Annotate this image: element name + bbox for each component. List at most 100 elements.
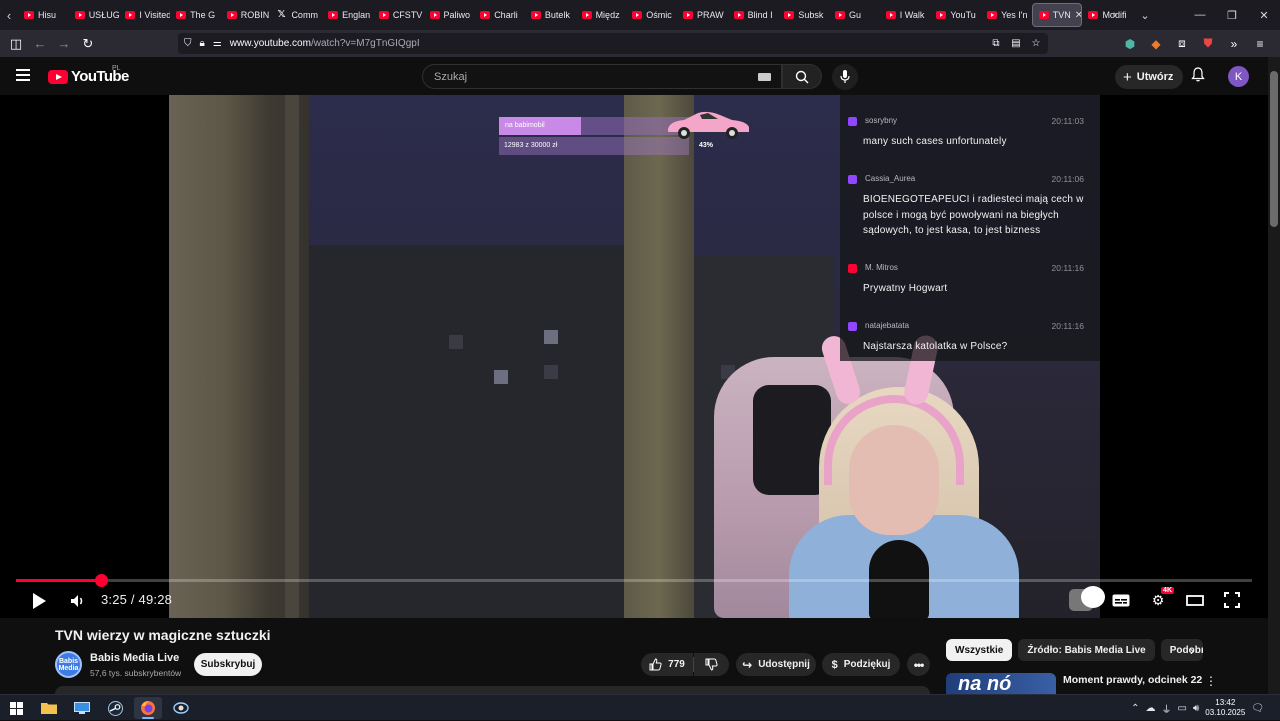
browser-tab[interactable]: Charli <box>474 3 525 27</box>
browser-tab[interactable]: ROBIN <box>221 3 272 27</box>
notifications-bell-icon[interactable] <box>1191 67 1205 85</box>
search-button[interactable] <box>782 64 822 89</box>
shield-extension-icon[interactable]: ⬢ <box>1118 33 1142 54</box>
browser-tab[interactable]: Englan <box>322 3 373 27</box>
progress-scrubber-handle[interactable] <box>95 574 109 587</box>
dislike-button[interactable] <box>694 653 729 676</box>
thanks-button[interactable]: $ Podziękuj <box>822 653 900 676</box>
taskbar-clock[interactable]: 13:42 03.10.2025 <box>1205 698 1245 718</box>
app-menu-icon[interactable]: ≡ <box>1248 33 1272 54</box>
share-button[interactable]: ↪ Udostępnij <box>736 653 816 676</box>
plus-icon: + <box>1123 68 1132 86</box>
bookmark-star-icon[interactable]: ☆ <box>1028 35 1044 51</box>
speaker-volume-icon[interactable]: 🔊︎ <box>1193 703 1199 714</box>
lock-icon[interactable]: 🔒︎ <box>200 38 205 49</box>
youtube-favicon-icon <box>378 11 389 19</box>
browser-tab[interactable]: Blind I <box>728 3 779 27</box>
ublock-extension-icon[interactable]: ⛊ <box>1196 33 1220 54</box>
volume-icon[interactable] <box>70 591 86 611</box>
overflow-menu-chevrons-icon[interactable]: » <box>1222 33 1246 54</box>
scroll-tabs-right-icon[interactable]: › <box>1100 9 1130 21</box>
more-actions-button[interactable]: ••• <box>907 653 930 676</box>
browser-tab[interactable]: Międz <box>576 3 627 27</box>
voice-search-button[interactable] <box>832 64 858 90</box>
browser-tab-active[interactable]: TVN ✕ <box>1031 3 1083 27</box>
description-box[interactable] <box>55 686 930 694</box>
chip-all[interactable]: Wszystkie <box>946 639 1013 661</box>
reader-view-icon[interactable]: ▤ <box>1008 35 1024 51</box>
browser-tab[interactable]: I Walk <box>880 3 931 27</box>
keyboard-icon[interactable] <box>758 73 771 81</box>
tab-title: Ośmic <box>646 10 672 20</box>
scroll-tabs-left-icon[interactable]: ‹ <box>0 0 18 30</box>
browser-app-icon[interactable] <box>167 697 195 719</box>
recommended-video-menu-icon[interactable]: ⋮ <box>1205 674 1217 688</box>
file-explorer-icon[interactable] <box>35 697 63 719</box>
search-input[interactable]: Szukaj <box>422 64 782 89</box>
settings-gear-icon[interactable]: ⚙ 4K <box>1146 587 1174 611</box>
chip-related[interactable]: Podobne <box>1160 639 1203 661</box>
onedrive-cloud-icon[interactable]: ☁ <box>1145 703 1155 714</box>
back-icon[interactable]: ← <box>28 33 52 55</box>
subtitles-icon[interactable] <box>1109 589 1133 611</box>
start-button[interactable] <box>2 697 30 719</box>
recommended-video-title[interactable]: Moment prawdy, odcinek 22 <box>1063 674 1202 686</box>
steam-icon[interactable] <box>101 697 129 719</box>
guide-menu-icon[interactable] <box>16 69 30 81</box>
browser-tab[interactable]: The G <box>170 3 221 27</box>
fullscreen-icon[interactable] <box>1220 589 1244 611</box>
theater-mode-icon[interactable] <box>1183 589 1207 611</box>
browser-tab[interactable]: CFSTV <box>373 3 424 27</box>
subscriber-count: 57,6 tys. subskrybentów <box>90 668 182 678</box>
autoplay-toggle[interactable] <box>1066 586 1105 611</box>
browser-tab[interactable]: YouTu <box>930 3 981 27</box>
chips-next-icon[interactable]: › <box>1190 644 1194 658</box>
picture-in-picture-icon[interactable]: ⧉ <box>988 35 1004 51</box>
browser-tab[interactable]: Subsk <box>778 3 829 27</box>
page-scrollbar[interactable] <box>1268 57 1280 720</box>
account-avatar[interactable]: K <box>1228 66 1249 87</box>
minimize-icon[interactable]: — <box>1184 9 1216 21</box>
browser-tab[interactable]: Paliwo <box>424 3 475 27</box>
video-player[interactable]: na babimobil 12983 z 30000 zł 43% sosryb… <box>0 95 1268 618</box>
close-tab-icon[interactable]: ✕ <box>1075 10 1082 21</box>
play-button-icon[interactable] <box>32 591 46 611</box>
tracking-protection-icon[interactable]: ⛉ <box>184 38 192 49</box>
permissions-icon[interactable]: ⚌ <box>213 38 222 49</box>
browser-tab[interactable]: Butelk <box>525 3 576 27</box>
sidebar-toggle-icon[interactable]: ◫ <box>4 33 28 55</box>
progress-bar[interactable] <box>16 574 1252 587</box>
browser-tab[interactable]: PRAW <box>677 3 728 27</box>
chip-from-channel[interactable]: Źródło: Babis Media Live <box>1018 639 1155 661</box>
forward-icon[interactable]: → <box>52 33 76 55</box>
usb-device-icon[interactable]: ⏚ <box>1161 701 1171 716</box>
close-window-icon[interactable]: ✕ <box>1248 9 1280 22</box>
extensions-puzzle-icon[interactable]: ⧈ <box>1170 33 1194 54</box>
subscribe-button[interactable]: Subskrybuj <box>194 653 262 676</box>
url-text[interactable]: www.youtube.com/watch?v=M7gTnGIQgpI <box>230 38 420 49</box>
address-bar[interactable]: ⛉ 🔒︎ ⚌ www.youtube.com/watch?v=M7gTnGIQg… <box>178 33 1048 54</box>
list-all-tabs-icon[interactable]: ⌄ <box>1130 9 1160 22</box>
channel-name[interactable]: Babis Media Live <box>90 652 179 664</box>
browser-tab[interactable]: I Visited <box>119 3 170 27</box>
reload-icon[interactable]: ↻ <box>76 33 100 55</box>
channel-avatar[interactable]: Babis Media <box>55 651 82 678</box>
browser-tab[interactable]: Gu <box>829 3 880 27</box>
browser-tab[interactable]: 𝕏 Comm <box>271 3 322 27</box>
page-scrollbar-thumb[interactable] <box>1270 71 1278 227</box>
restore-icon[interactable]: ❐ <box>1216 9 1248 22</box>
tray-overflow-chevron-icon[interactable]: ⌃ <box>1131 703 1139 714</box>
fox-extension-icon[interactable]: ◆ <box>1144 33 1168 54</box>
browser-tab[interactable]: Ośmic <box>626 3 677 27</box>
create-button[interactable]: + Utwórz <box>1115 65 1184 89</box>
notifications-icon[interactable]: 🗨︎ <box>1251 703 1264 714</box>
network-icon[interactable]: ▭ <box>1177 703 1186 714</box>
remote-desktop-icon[interactable] <box>68 697 96 719</box>
browser-tab[interactable]: Hisu <box>18 3 69 27</box>
firefox-icon[interactable] <box>134 697 162 719</box>
browser-tab[interactable]: USŁUGI <box>69 3 119 27</box>
recommended-video-thumbnail[interactable]: na nó <box>946 673 1056 695</box>
x-logo-icon: 𝕏 <box>277 9 286 20</box>
browser-tab[interactable]: Yes I'n <box>981 3 1032 27</box>
like-button[interactable]: 779 <box>641 653 693 676</box>
